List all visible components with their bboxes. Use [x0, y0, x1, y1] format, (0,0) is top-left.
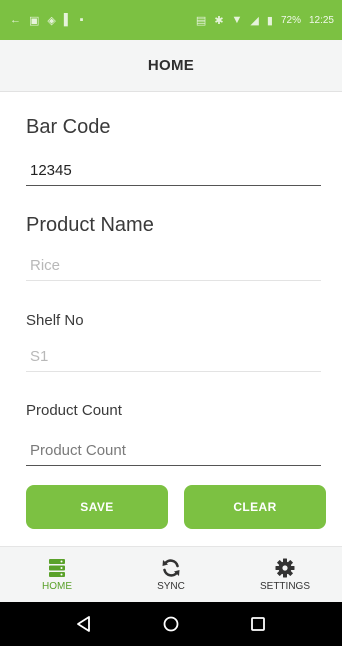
nav-back-button[interactable] [64, 604, 104, 644]
page-title: HOME [147, 57, 195, 74]
bluetooth-icon: ✱ [214, 14, 224, 27]
product-count-label: Product Count [26, 402, 122, 419]
recents-icon [251, 617, 266, 631]
product-name-input[interactable] [26, 251, 321, 281]
barcode-input[interactable] [26, 156, 321, 186]
sync-icon [162, 558, 180, 577]
nav-recents-button[interactable] [238, 604, 278, 644]
tab-home-label: HOME [42, 580, 72, 592]
battery-percent: 72% [280, 14, 301, 26]
wifi-icon: ▼ [231, 14, 243, 26]
nav-home-button[interactable] [151, 604, 191, 644]
tab-sync-label: SYNC [157, 580, 185, 592]
shelf-no-input[interactable] [26, 342, 321, 372]
status-time: 12:25 [308, 14, 334, 26]
back-arrow-icon: ← [10, 14, 21, 26]
shelf-no-label: Shelf No [26, 312, 84, 329]
message-icon: ▣ [29, 14, 40, 27]
app-icon: ▪ [79, 14, 84, 26]
clear-button[interactable]: CLEAR [184, 485, 326, 529]
gear-icon [275, 558, 295, 577]
tab-sync[interactable]: SYNC [114, 547, 228, 602]
back-icon [76, 616, 90, 632]
signal-icon: ◢ [250, 14, 259, 27]
product-name-label: Product Name [26, 214, 154, 236]
nfc-icon: ▤ [195, 14, 207, 27]
status-left: ← ▣ ◈ ▌ ▪ [10, 14, 84, 27]
app-header: HOME [0, 40, 342, 92]
barcode-label: Bar Code [26, 116, 111, 138]
product-count-input[interactable] [26, 436, 321, 466]
home-icon [163, 616, 179, 632]
bottom-tab-bar: HOME SYNC SETTINGS [0, 546, 342, 602]
tab-settings[interactable]: SETTINGS [228, 547, 342, 602]
tab-home[interactable]: HOME [0, 547, 114, 602]
system-nav-bar [0, 602, 342, 646]
status-right: ▤ ✱ ▼ ◢ ▮ 72% 12:25 [196, 14, 334, 27]
notification-icon: ▌ [63, 14, 72, 26]
battery-icon: ▮ [266, 14, 273, 27]
save-button[interactable]: SAVE [26, 485, 168, 529]
server-icon [49, 558, 65, 577]
tab-settings-label: SETTINGS [259, 580, 310, 592]
cast-icon: ◈ [47, 14, 56, 27]
status-bar: ← ▣ ◈ ▌ ▪ ▤ ✱ ▼ ◢ ▮ 72% 12:25 [0, 0, 342, 40]
